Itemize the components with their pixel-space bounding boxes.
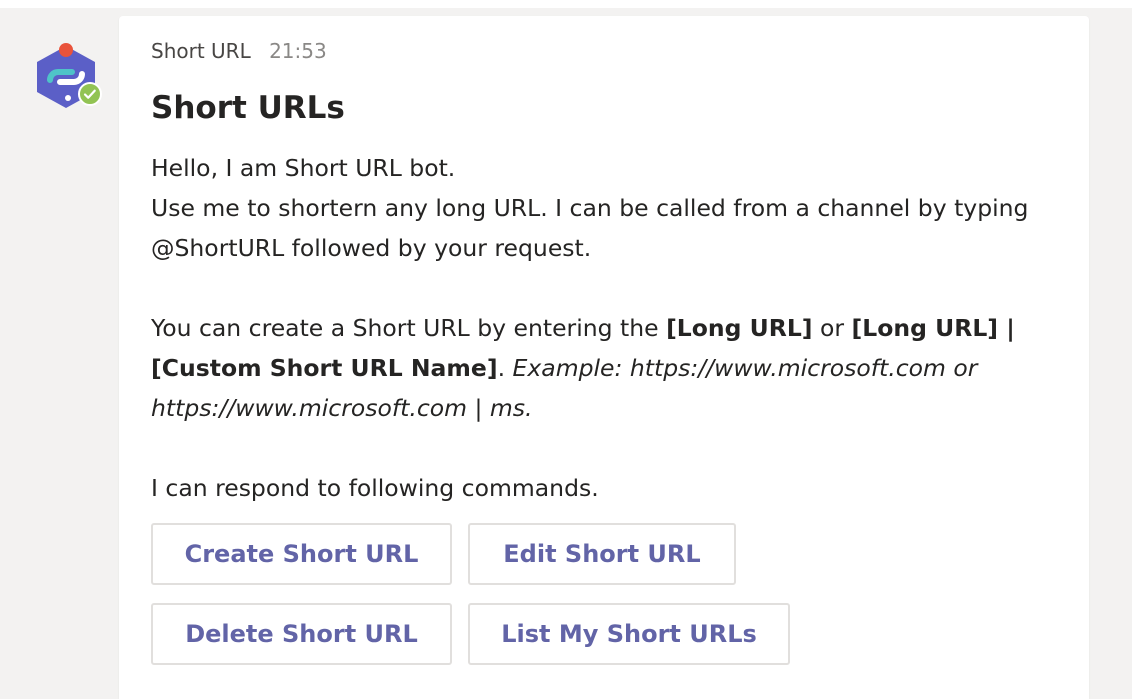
- bot-avatar[interactable]: [28, 40, 104, 112]
- checkmark-status-icon: [78, 82, 102, 106]
- edit-short-url-button[interactable]: Edit Short URL: [468, 523, 736, 585]
- list-my-short-urls-button[interactable]: List My Short URLs: [468, 603, 790, 665]
- notification-dot-icon: [59, 43, 73, 57]
- message-header: Short URL 21:53: [151, 38, 327, 64]
- period-text: .: [497, 354, 513, 382]
- message-timestamp: 21:53: [269, 39, 327, 63]
- message-card: Short URL 21:53 Short URLs Hello, I am S…: [119, 16, 1089, 699]
- or-text: or: [812, 314, 852, 342]
- instructions-intro: You can create a Short URL by entering t…: [151, 314, 667, 342]
- commands-intro-text: I can respond to following commands.: [151, 474, 599, 502]
- usage-text: Use me to shortern any long URL. I can b…: [151, 194, 1029, 262]
- greeting-text: Hello, I am Short URL bot.: [151, 154, 456, 182]
- sender-name[interactable]: Short URL: [151, 39, 251, 63]
- top-strip: [0, 0, 1132, 8]
- delete-short-url-button[interactable]: Delete Short URL: [151, 603, 452, 665]
- card-title: Short URLs: [151, 90, 345, 126]
- create-short-url-button[interactable]: Create Short URL: [151, 523, 452, 585]
- card-body: Hello, I am Short URL bot. Use me to sho…: [151, 148, 1061, 508]
- long-url-token: [Long URL]: [666, 314, 813, 342]
- instructions-text: You can create a Short URL by entering t…: [151, 308, 1061, 428]
